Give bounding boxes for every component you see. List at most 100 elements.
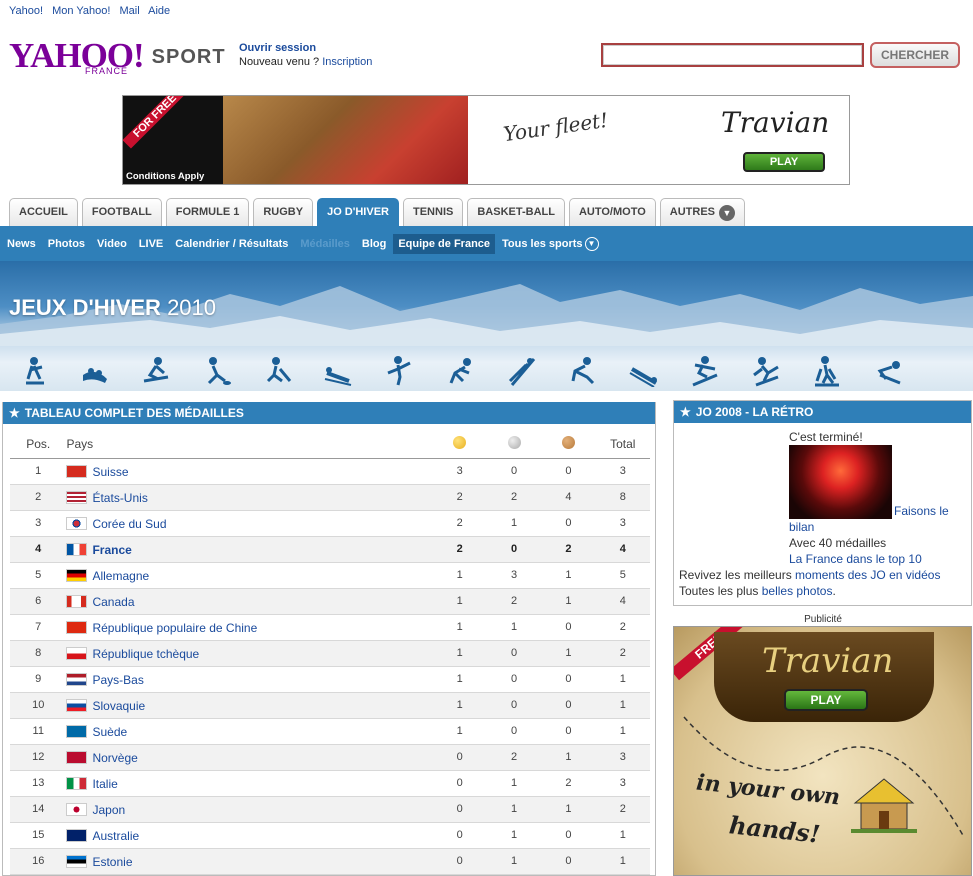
figure-skating-icon[interactable]	[384, 355, 416, 387]
ski-cross-icon[interactable]	[140, 355, 172, 387]
tab-basketball[interactable]: BASKET-BALL	[467, 198, 565, 226]
flag-icon	[66, 698, 88, 712]
tab-tennis[interactable]: TENNIS	[403, 198, 464, 226]
cell-total: 3	[595, 770, 650, 797]
subnav-live[interactable]: LIVE	[134, 234, 168, 254]
subnav-news[interactable]: News	[2, 234, 41, 254]
subnav-blog[interactable]: Blog	[357, 234, 391, 254]
alpine-skiing-icon[interactable]	[750, 355, 782, 387]
cell-total: 5	[595, 562, 650, 589]
retro-top10-link[interactable]: La France dans le top 10	[789, 552, 922, 566]
signup-link[interactable]: Inscription	[322, 56, 372, 68]
tab-auto-moto[interactable]: AUTO/MOTO	[568, 198, 656, 226]
search-input[interactable]	[603, 45, 862, 65]
cell-pos: 12	[10, 744, 67, 771]
biathlon-icon[interactable]	[18, 355, 50, 387]
ad-tagline: Your fleet!	[501, 107, 610, 147]
country-link[interactable]: Corée du Sud	[92, 516, 166, 530]
tab-rugby[interactable]: RUGBY	[253, 198, 314, 226]
country-link[interactable]: Suède	[92, 724, 127, 738]
top-ad-banner[interactable]: FOR FREE Conditions Apply Your fleet! Tr…	[122, 95, 850, 185]
flag-icon	[66, 490, 88, 504]
short-track-icon[interactable]	[567, 355, 599, 387]
cell-gold: 2	[432, 484, 487, 511]
retro-photos-link[interactable]: belles photos	[762, 584, 833, 598]
login-link[interactable]: Ouvrir session	[239, 42, 316, 54]
country-link[interactable]: République tchèque	[92, 646, 199, 660]
cross-country-icon[interactable]	[811, 355, 843, 387]
sport-pictograms	[18, 355, 904, 387]
country-link[interactable]: Italie	[92, 776, 117, 790]
tab-accueil[interactable]: ACCUEIL	[9, 198, 78, 226]
subnav-tous-sports[interactable]: Tous les sports ▼	[497, 233, 603, 255]
cell-gold: 2	[432, 510, 487, 537]
country-link[interactable]: Suisse	[92, 464, 128, 478]
cell-total: 8	[595, 484, 650, 511]
flag-icon	[66, 802, 88, 816]
tab-formule1[interactable]: FORMULE 1	[165, 198, 250, 226]
country-link[interactable]: Australie	[92, 828, 139, 842]
medals-heading: TABLEAU COMPLET DES MÉDAILLES	[24, 406, 244, 420]
tab-autres[interactable]: AUTRES ▼	[659, 198, 746, 226]
yahoo-sport-logo[interactable]: YAHOO! FRANCE SPORT	[9, 38, 226, 80]
retro-heading: JO 2008 - LA RÉTRO	[695, 405, 814, 419]
ad-play-button[interactable]: PLAY	[743, 152, 825, 172]
retro-videos-link[interactable]: moments des JO en vidéos	[795, 568, 940, 582]
snowboard-icon[interactable]	[689, 355, 721, 387]
yahoo-link[interactable]: Yahoo!	[9, 5, 43, 17]
flag-icon	[66, 724, 88, 738]
country-link[interactable]: Allemagne	[92, 568, 149, 582]
cell-silver: 1	[486, 614, 542, 641]
retro-photos-text: Toutes les plus	[679, 584, 759, 598]
subnav-calendrier[interactable]: Calendrier / Résultats	[170, 234, 293, 254]
ad-free-corner: FOR FREE Conditions Apply	[123, 96, 223, 184]
cell-bronze: 0	[541, 822, 596, 849]
cell-silver: 0	[486, 458, 542, 485]
cell-silver: 1	[486, 770, 542, 797]
flag-icon	[66, 464, 88, 478]
subnav-video[interactable]: Video	[92, 234, 132, 254]
country-link[interactable]: États-Unis	[92, 490, 147, 504]
cell-pos: 6	[10, 588, 67, 615]
country-link[interactable]: Norvège	[92, 750, 137, 764]
cell-silver: 0	[486, 718, 542, 745]
speed-skating-icon[interactable]	[445, 355, 477, 387]
aide-link[interactable]: Aide	[148, 5, 170, 17]
col-silver	[486, 430, 542, 459]
tab-jo-hiver[interactable]: JO D'HIVER	[317, 198, 399, 226]
country-link[interactable]: Pays-Bas	[92, 672, 143, 686]
country-link[interactable]: France	[92, 542, 131, 556]
luge-icon[interactable]	[323, 355, 355, 387]
curling-icon[interactable]	[201, 355, 233, 387]
cell-pos: 14	[10, 796, 67, 823]
cell-country: Corée du Sud	[66, 510, 433, 537]
country-link[interactable]: Slovaquie	[92, 698, 145, 712]
subnav-medailles[interactable]: Médailles	[295, 234, 355, 254]
fireworks-image[interactable]	[789, 445, 892, 519]
tab-football[interactable]: FOOTBALL	[81, 198, 162, 226]
hockey-icon[interactable]	[262, 355, 294, 387]
bobsleigh-icon[interactable]	[79, 355, 111, 387]
cell-country: Allemagne	[66, 562, 433, 589]
mon-yahoo-link[interactable]: Mon Yahoo!	[52, 5, 110, 17]
cell-pos: 4	[10, 536, 67, 563]
freestyle-icon[interactable]	[872, 355, 904, 387]
cell-bronze: 1	[541, 796, 596, 823]
cell-total: 4	[595, 588, 650, 615]
country-link[interactable]: Japon	[92, 802, 125, 816]
cell-country: Suède	[66, 718, 433, 745]
mail-link[interactable]: Mail	[120, 5, 140, 17]
subnav-photos[interactable]: Photos	[43, 234, 90, 254]
top-links: Yahoo! Mon Yahoo! Mail Aide	[9, 5, 176, 17]
country-link[interactable]: Canada	[92, 594, 134, 608]
country-link[interactable]: République populaire de Chine	[92, 620, 257, 634]
side-ad-banner[interactable]: FREE Travian PLAY in your own hands!	[673, 626, 972, 876]
ski-jumping-icon[interactable]	[506, 355, 538, 387]
session-box: Ouvrir session Nouveau venu ? Inscriptio…	[239, 41, 372, 69]
skeleton-icon[interactable]	[628, 355, 660, 387]
cell-country: Japon	[66, 796, 433, 823]
country-link[interactable]: Estonie	[92, 854, 132, 868]
ad-label: Publicité	[804, 614, 842, 625]
search-button[interactable]: CHERCHER	[870, 42, 960, 68]
subnav-equipe-france[interactable]: Equipe de France	[393, 233, 496, 254]
